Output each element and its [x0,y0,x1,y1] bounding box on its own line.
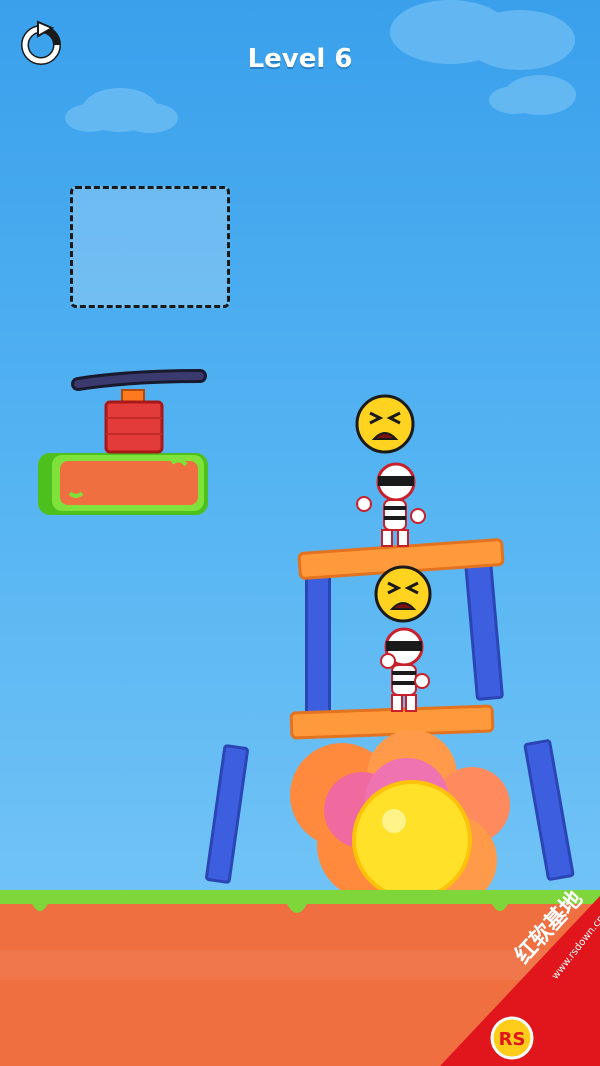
fallen-pillar-left [204,743,250,885]
svg-text:RS: RS [499,1029,526,1050]
enemy-middle[interactable] [376,625,440,715]
watermark-logo: RS [440,896,600,1066]
fallen-pillar-right [523,738,575,882]
tnt-plunger-icon[interactable] [70,366,210,458]
draw-zone[interactable] [70,186,230,308]
game-stage[interactable]: Level 6 RS 红软基地 www.rsdown.cn [0,0,600,1066]
tower-pillar-right [463,559,505,701]
angry-emoji-face [355,394,415,454]
angry-emoji-face [374,565,432,623]
explosion-burst [290,730,510,900]
level-title: Level 6 [247,44,353,74]
tower-pillar-left [305,568,331,716]
enemy-top[interactable] [356,462,432,550]
